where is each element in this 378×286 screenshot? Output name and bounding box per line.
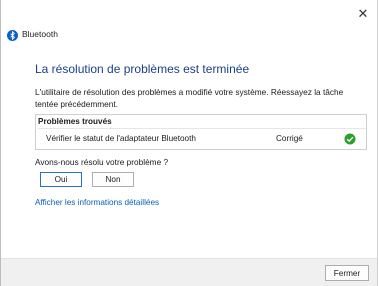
close-icon[interactable]: ✕: [355, 6, 371, 22]
page-title: La résolution de problèmes est terminée: [35, 62, 250, 76]
bluetooth-icon: [7, 28, 18, 41]
dialog-footer: Fermer: [1, 258, 377, 286]
no-button[interactable]: Non: [92, 172, 134, 187]
yes-button[interactable]: Oui: [40, 172, 82, 187]
troubleshooter-dialog: ✕ Bluetooth La résolution de problèmes e…: [0, 0, 377, 286]
problem-status: Corrigé: [276, 134, 303, 143]
title-bar: Bluetooth: [7, 28, 58, 41]
problem-name: Vérifier le statut de l'adaptateur Bluet…: [46, 134, 196, 143]
problems-found-panel: Problèmes trouvés Vérifier le statut de …: [35, 114, 367, 150]
feedback-question: Avons-nous résolu votre problème ?: [35, 157, 169, 167]
check-circle-icon: [344, 132, 356, 145]
window-title: Bluetooth: [22, 28, 58, 39]
problems-found-header: Problèmes trouvés: [38, 117, 366, 129]
result-description: L'utilitaire de résolution des problèmes…: [35, 87, 344, 109]
view-details-link[interactable]: Afficher les informations détaillées: [35, 198, 159, 207]
close-button[interactable]: Fermer: [325, 265, 369, 281]
